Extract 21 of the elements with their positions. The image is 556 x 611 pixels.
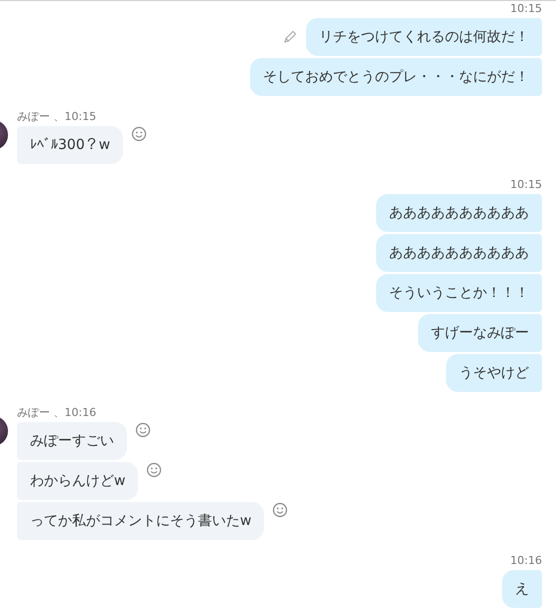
message-bubble: そういうことか！！！ — [376, 274, 542, 312]
message-bubble: ああああああああああ — [376, 234, 542, 272]
smiley-icon[interactable] — [272, 502, 288, 518]
message-time: 10:16 — [510, 554, 542, 568]
smiley-icon[interactable] — [135, 422, 151, 438]
smiley-icon[interactable] — [131, 126, 148, 142]
smiley-icon[interactable] — [146, 462, 162, 478]
sender-time: みぽー 、10:15 — [17, 110, 98, 124]
message-bubble: ってか私がコメントにそう書いたw — [17, 502, 264, 540]
message-bubble: うそやけど — [446, 354, 542, 392]
message-time: 10:15 — [510, 178, 542, 192]
message-bubble: リチをつけてくれるのは何故だ！ — [306, 18, 542, 56]
message-bubble: みぽーすごい — [17, 422, 127, 460]
message-bubble: すげーなみぽー — [418, 314, 542, 352]
message-time: 10:15 — [510, 2, 542, 16]
message-bubble: ああああああああああ — [376, 194, 542, 232]
message-bubble: え — [502, 570, 542, 608]
message-bubble: わからんけどw — [17, 462, 138, 500]
message-bubble: そしておめでとうのプレ・・・なにがだ！ — [250, 58, 542, 96]
message-bubble: ﾚﾍﾞﾙ300？w — [17, 126, 124, 164]
sender-time: みぽー 、10:16 — [17, 406, 98, 420]
